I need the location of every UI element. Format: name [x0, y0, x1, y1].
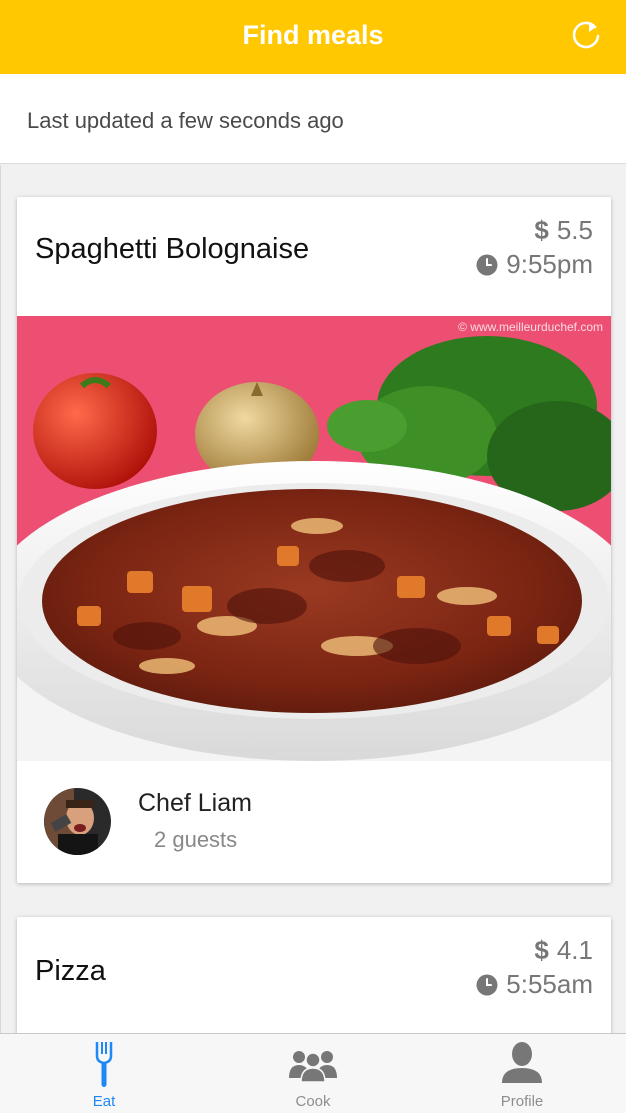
meal-feed[interactable]: Spaghetti Bolognaise $5.5 9:55pm © www.m…	[0, 165, 626, 1033]
update-banner: Last updated a few seconds ago	[0, 74, 626, 164]
person-icon	[502, 1042, 542, 1083]
meal-price: $5.5	[534, 215, 593, 246]
avatar-image	[44, 788, 111, 855]
tab-label-cook: Cook	[295, 1093, 331, 1110]
last-updated-text: Last updated a few seconds ago	[27, 108, 344, 133]
dollar-icon: $	[534, 935, 549, 965]
tab-eat[interactable]: Eat	[34, 1034, 174, 1113]
meal-price: $4.1	[534, 935, 593, 966]
page-title: Find meals	[242, 20, 384, 50]
tab-profile[interactable]: Profile	[452, 1034, 592, 1113]
chef-row[interactable]: Chef Liam 2 guests	[17, 761, 611, 883]
photo-watermark: © www.meilleurduchef.com	[458, 320, 603, 334]
tab-bar: Eat Cook Profile	[0, 1033, 626, 1113]
group-icon	[289, 1051, 337, 1083]
meal-time: 5:55am	[476, 969, 593, 1000]
chef-name: Chef Liam	[138, 789, 252, 817]
meal-card[interactable]: Pizza $4.1 5:55am	[17, 917, 611, 1033]
clock-icon	[476, 974, 498, 995]
clock-icon	[476, 254, 498, 275]
meal-time: 9:55pm	[476, 249, 593, 280]
meal-title: Spaghetti Bolognaise	[35, 233, 310, 265]
time-value: 5:55am	[506, 969, 593, 999]
refresh-icon[interactable]	[568, 18, 604, 54]
meal-photo-image	[17, 316, 611, 761]
price-value: 5.5	[556, 215, 593, 245]
meal-card[interactable]: Spaghetti Bolognaise $5.5 9:55pm © www.m…	[17, 197, 611, 883]
fork-icon	[95, 1042, 113, 1087]
tab-label-eat: Eat	[92, 1093, 116, 1110]
nav-bar: Find meals	[0, 0, 626, 74]
time-value: 9:55pm	[506, 249, 593, 279]
guest-count: 2 guests	[154, 827, 238, 852]
tab-label-profile: Profile	[500, 1093, 544, 1110]
meal-photo[interactable]: © www.meilleurduchef.com	[17, 316, 611, 761]
tab-cook[interactable]: Cook	[243, 1034, 383, 1113]
avatar[interactable]	[44, 788, 111, 855]
dollar-icon: $	[534, 215, 549, 245]
meal-title: Pizza	[35, 955, 106, 987]
price-value: 4.1	[556, 935, 593, 965]
